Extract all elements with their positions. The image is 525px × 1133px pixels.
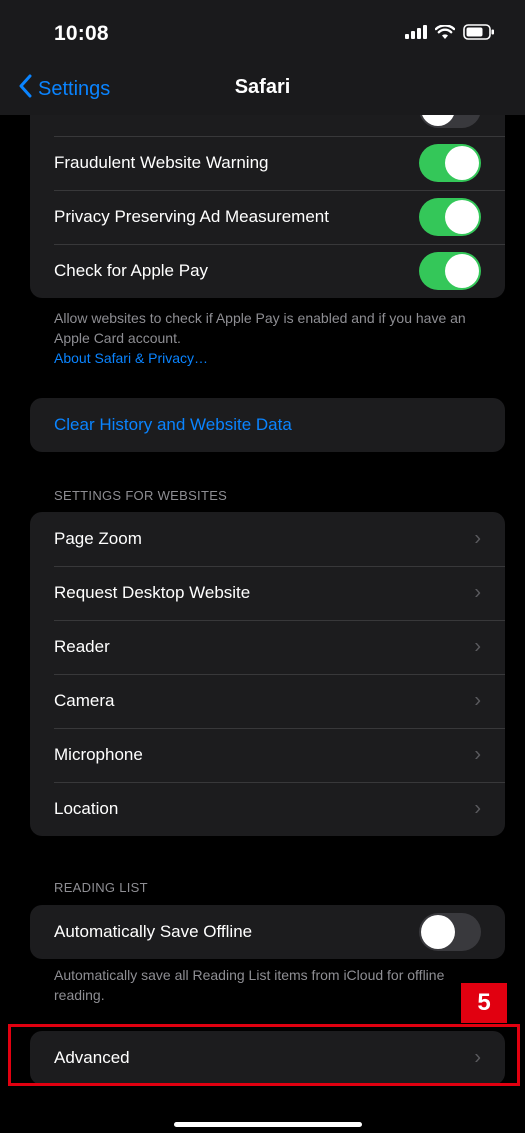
row-request-desktop-website[interactable]: Request Desktop Website › (30, 566, 505, 620)
step-highlight-box (8, 1024, 520, 1086)
check-for-apple-pay-toggle[interactable] (419, 252, 481, 290)
automatically-save-offline-toggle[interactable] (419, 913, 481, 951)
row-camera[interactable]: Camera › (30, 674, 505, 728)
row-label: Camera (54, 691, 115, 710)
navigation-bar: 10:08 Settings Safari (0, 0, 525, 115)
reading-list-header: READING LIST (54, 880, 148, 895)
reading-list-group: Automatically Save Offline (30, 905, 505, 959)
clear-history-button[interactable]: Clear History and Website Data (30, 398, 505, 452)
row-label: Microphone (54, 745, 143, 764)
chevron-right-icon: › (474, 797, 481, 820)
battery-icon (463, 24, 495, 40)
row-fraudulent-website-warning[interactable]: Fraudulent Website Warning (30, 136, 505, 190)
row-label: Automatically Save Offline (54, 922, 253, 941)
apple-pay-footnote: Allow websites to check if Apple Pay is … (54, 308, 474, 368)
wifi-icon (435, 24, 455, 40)
row-label: Request Desktop Website (54, 583, 251, 602)
home-indicator[interactable] (174, 1122, 362, 1127)
clear-history-group: Clear History and Website Data (30, 398, 505, 452)
settings-for-websites-header: SETTINGS FOR WEBSITES (54, 488, 228, 503)
row-automatically-save-offline[interactable]: Automatically Save Offline (30, 905, 505, 959)
row-label: Location (54, 799, 119, 818)
toggle-knob (445, 200, 479, 234)
settings-for-websites-group: Page Zoom › Request Desktop Website › Re… (30, 512, 505, 836)
privacy-preserving-ad-measurement-toggle[interactable] (419, 198, 481, 236)
fraudulent-website-warning-toggle[interactable] (419, 144, 481, 182)
status-icons (405, 24, 495, 40)
row-label: Check for Apple Pay (54, 261, 209, 280)
row-label: Fraudulent Website Warning (54, 153, 269, 172)
chevron-right-icon: › (474, 689, 481, 712)
row-location[interactable]: Location › (30, 782, 505, 836)
toggle-knob (445, 146, 479, 180)
chevron-right-icon: › (474, 527, 481, 550)
row-page-zoom[interactable]: Page Zoom › (30, 512, 505, 566)
footnote-text: Allow websites to check if Apple Pay is … (54, 310, 466, 346)
toggle-knob (445, 254, 479, 288)
row-check-for-apple-pay[interactable]: Check for Apple Pay (30, 244, 505, 298)
row-privacy-preserving-ad-measurement[interactable]: Privacy Preserving Ad Measurement (30, 190, 505, 244)
about-safari-privacy-link[interactable]: About Safari & Privacy… (54, 348, 474, 368)
reading-list-footnote: Automatically save all Reading List item… (54, 967, 445, 1003)
chevron-right-icon: › (474, 743, 481, 766)
step-number-badge: 5 (461, 983, 507, 1023)
status-time: 10:08 (54, 22, 109, 45)
row-label: Reader (54, 637, 110, 656)
screen: 10:08 Settings Safari Fraudulent Website… (0, 0, 525, 1133)
cellular-signal-icon (405, 25, 427, 39)
row-microphone[interactable]: Microphone › (30, 728, 505, 782)
chevron-right-icon: › (474, 581, 481, 604)
page-title: Safari (234, 76, 291, 98)
row-label: Privacy Preserving Ad Measurement (54, 207, 329, 226)
row-label: Page Zoom (54, 529, 142, 548)
clear-history-label: Clear History and Website Data (54, 415, 292, 434)
toggle-knob (421, 915, 455, 949)
chevron-right-icon: › (474, 635, 481, 658)
row-reader[interactable]: Reader › (30, 620, 505, 674)
